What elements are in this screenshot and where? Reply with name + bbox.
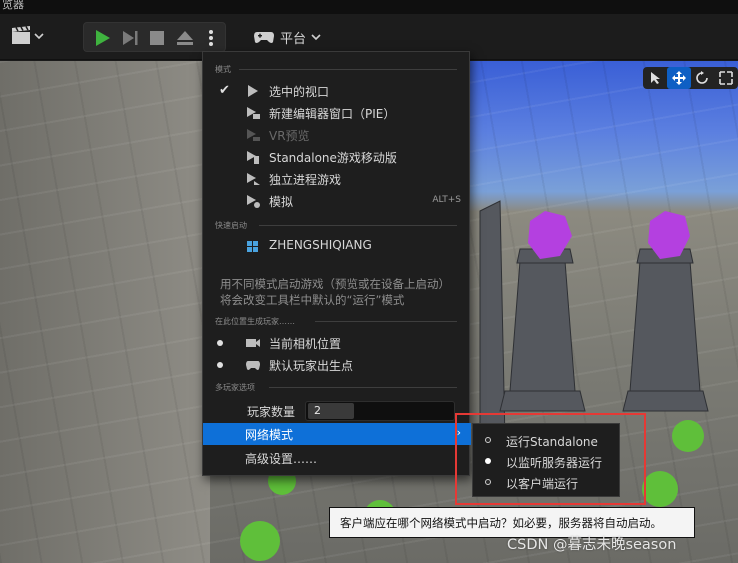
section-divider [259, 225, 457, 226]
cursor-arrow-icon [650, 72, 660, 84]
chevron-down-icon [311, 34, 321, 41]
menu-item-new-editor-window[interactable]: 新建编辑器窗口（PIE） [203, 102, 471, 124]
spawn-option-player-start[interactable]: 默认玩家出生点 [203, 354, 471, 376]
play-icon [248, 85, 258, 97]
more-vertical-icon [209, 30, 213, 46]
menu-item-net-mode[interactable]: 网络模式 › [203, 423, 471, 445]
mobile-play-icon [247, 151, 259, 164]
scale-mode-button[interactable] [714, 67, 738, 89]
rotate-icon [696, 71, 709, 84]
play-icon [96, 30, 110, 46]
play-button[interactable] [92, 28, 112, 48]
section-divider [239, 69, 457, 70]
shortcut-simulate: ALT+S [432, 195, 461, 205]
player-start-icon [246, 361, 260, 370]
menu-item-advanced-settings[interactable]: 高级设置…… [203, 447, 471, 469]
play-window-icon [247, 107, 260, 119]
radio-unselected-icon [217, 362, 223, 368]
step-forward-icon [123, 31, 138, 45]
cinematics-button[interactable] [10, 26, 46, 46]
play-controls [83, 22, 226, 52]
spawn-option-camera[interactable]: 当前相机位置 [203, 332, 471, 354]
section-title-modes: 模式 [215, 65, 231, 74]
windows-device-icon [247, 241, 258, 252]
menu-item-vr-preview[interactable]: VR预览 [203, 124, 471, 146]
process-play-icon [247, 173, 260, 185]
gamepad-icon [254, 32, 274, 43]
checkmark-icon: ✔ [219, 83, 230, 98]
platforms-button[interactable]: 平台 [253, 26, 321, 48]
section-divider [269, 387, 457, 388]
radio-selected-icon [217, 340, 223, 346]
player-count-field[interactable]: 2 [305, 401, 455, 421]
launch-mode-description: 用不同模式启动游戏（预览或在设备上启动）将会改变工具栏中默认的“运行”模式 [220, 277, 450, 307]
section-divider [315, 321, 457, 322]
menu-item-standalone-process[interactable]: 独立进程游戏 [203, 168, 471, 190]
player-count-row: 玩家数量 2 [203, 401, 471, 421]
clapperboard-icon [12, 26, 44, 44]
player-count-value[interactable]: 2 [308, 403, 354, 419]
vr-play-icon [247, 129, 260, 141]
play-options-menu: 模式 ✔ 选中的视口 新建编辑器窗口（PIE） VR预览 Standalone游… [202, 51, 471, 476]
skip-frame-button[interactable] [120, 28, 140, 48]
rotate-mode-button[interactable] [691, 67, 715, 89]
translate-mode-button[interactable] [666, 67, 691, 89]
simulate-icon [247, 195, 260, 208]
eject-button[interactable] [175, 28, 195, 48]
section-title-spawn: 在此位置生成玩家…… [215, 317, 295, 326]
move-arrows-icon [671, 71, 686, 85]
eject-icon [177, 31, 193, 45]
window-title-strip: 览器 [0, 0, 738, 14]
window-title: 览器 [2, 0, 24, 11]
play-options-button[interactable] [204, 28, 218, 48]
stop-button[interactable] [147, 28, 167, 48]
scale-icon [719, 71, 733, 85]
stop-icon [150, 31, 164, 45]
section-title-quick-launch: 快速启动 [215, 221, 247, 230]
menu-item-simulate[interactable]: 模拟 ALT+S [203, 190, 471, 212]
select-mode-button[interactable] [643, 67, 667, 89]
menu-item-device[interactable]: ZHENGSHIQIANG [203, 235, 471, 257]
menu-item-standalone-mobile[interactable]: Standalone游戏移动版 [203, 146, 471, 168]
menu-item-selected-viewport[interactable]: ✔ 选中的视口 [203, 80, 471, 102]
platforms-label: 平台 [280, 31, 307, 47]
tooltip-text: 客户端应在哪个网络模式中启动？如必要，服务器将自动启动。 [340, 516, 662, 530]
camera-icon [246, 339, 260, 347]
annotation-highlight-box [455, 413, 646, 505]
watermark: CSDN @暮志未晚season [507, 537, 677, 553]
section-title-multiplayer: 多玩家选项 [215, 383, 255, 392]
transform-toolbar [643, 67, 738, 89]
